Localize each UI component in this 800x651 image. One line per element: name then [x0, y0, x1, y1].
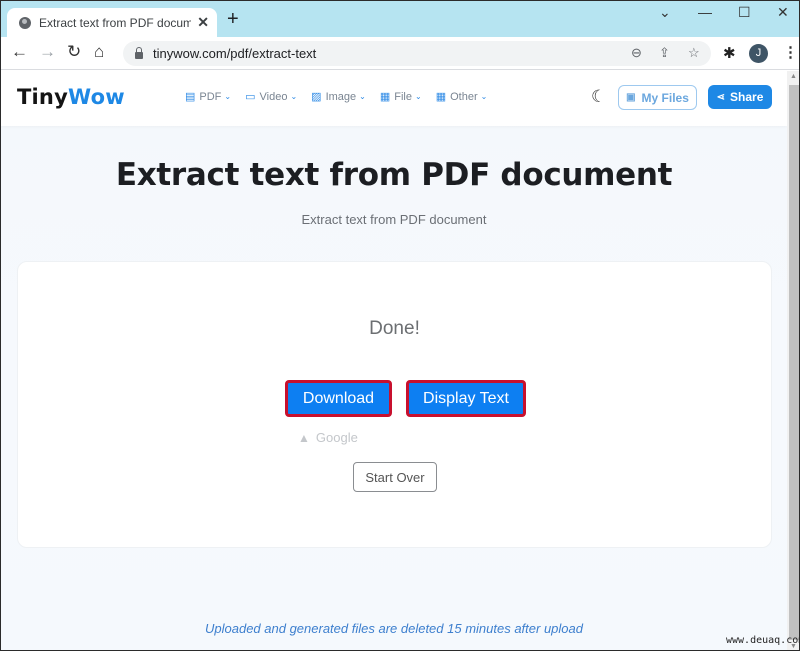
- video-icon: ▭: [245, 91, 256, 103]
- tab-title: Extract text from PDF document: [39, 15, 191, 30]
- nav-video[interactable]: ▭ Video ⌄: [245, 90, 298, 104]
- profile-avatar[interactable]: J: [749, 44, 768, 63]
- browser-toolbar: ← → ↻ ⌂ tinywow.com/pdf/extract-text ⊖ ⇪…: [1, 37, 799, 70]
- zoom-icon[interactable]: ⊖: [631, 45, 642, 61]
- deletion-notice: Uploaded and generated files are deleted…: [205, 621, 583, 636]
- nav-file[interactable]: ▦ File ⌄: [379, 90, 422, 104]
- bookmark-star-icon[interactable]: ☆: [688, 45, 700, 61]
- minimize-button[interactable]: —: [698, 4, 712, 20]
- tab-close-icon[interactable]: ✕: [197, 14, 209, 31]
- share-button[interactable]: ⋖ Share: [708, 85, 772, 109]
- url-text[interactable]: tinywow.com/pdf/extract-text: [153, 46, 316, 61]
- google-label: Google: [315, 430, 358, 445]
- nav-video-label: Video: [259, 90, 288, 103]
- chevron-down-icon: ⌄: [224, 92, 232, 101]
- logo-tiny: Tiny: [17, 85, 68, 109]
- chevron-down-icon: ⌄: [290, 92, 298, 101]
- back-button[interactable]: ←: [11, 42, 28, 62]
- result-card: Done! Download Display Text ▲ Google Sta…: [17, 261, 772, 548]
- tab-strip: Extract text from PDF document ✕ + ⌄ — ☐…: [1, 1, 799, 37]
- new-tab-button[interactable]: +: [227, 9, 239, 29]
- forward-button[interactable]: →: [39, 42, 56, 62]
- nav-pdf[interactable]: ▤ PDF ⌄: [185, 90, 232, 104]
- nav-image[interactable]: ▨ Image ⌄: [311, 90, 366, 104]
- logo-wow: Wow: [67, 85, 125, 109]
- google-drive-button[interactable]: ▲ Google: [298, 430, 358, 445]
- files-icon: ▣: [626, 92, 636, 103]
- chevron-down-icon: ⌄: [414, 92, 422, 101]
- extensions-icon[interactable]: ✱: [723, 44, 736, 62]
- main-nav: ▤ PDF ⌄ ▭ Video ⌄ ▨ Image ⌄ ▦ File ⌄ ▦ O…: [185, 90, 488, 104]
- browser-menu-icon[interactable]: ⋮: [783, 43, 798, 61]
- status-text: Done!: [369, 318, 420, 339]
- grid-icon: ▦: [379, 91, 391, 103]
- tab-search-icon[interactable]: ⌄: [659, 4, 671, 21]
- nav-pdf-label: PDF: [199, 90, 222, 103]
- chevron-down-icon: ⌄: [480, 92, 488, 101]
- image-icon: ▨: [311, 91, 322, 103]
- scrollbar-thumb[interactable]: [789, 85, 799, 640]
- google-drive-icon: ▲: [298, 430, 310, 445]
- lock-icon[interactable]: [135, 47, 143, 59]
- home-button[interactable]: ⌂: [94, 42, 104, 62]
- dark-mode-moon-icon[interactable]: ☾: [591, 87, 606, 107]
- browser-window: Extract text from PDF document ✕ + ⌄ — ☐…: [0, 0, 800, 651]
- page-subtitle: Extract text from PDF document: [301, 212, 487, 227]
- download-button[interactable]: Download: [285, 380, 392, 417]
- page-title: Extract text from PDF document: [115, 157, 673, 193]
- globe-icon: [19, 16, 31, 29]
- scroll-up-arrow-icon[interactable]: ▲: [790, 73, 797, 80]
- nav-image-label: Image: [325, 90, 357, 103]
- address-bar[interactable]: tinywow.com/pdf/extract-text ⊖ ⇪ ☆: [123, 41, 711, 66]
- chevron-down-icon: ⌄: [359, 92, 366, 101]
- share-label: Share: [730, 90, 764, 104]
- maximize-button[interactable]: ☐: [738, 4, 751, 21]
- nav-other[interactable]: ▦ Other ⌄: [435, 90, 488, 104]
- site-header: TinyWow ▤ PDF ⌄ ▭ Video ⌄ ▨ Image ⌄ ▦ Fi…: [1, 71, 787, 126]
- browser-tab-active[interactable]: Extract text from PDF document ✕: [7, 8, 217, 37]
- page-viewport: TinyWow ▤ PDF ⌄ ▭ Video ⌄ ▨ Image ⌄ ▦ Fi…: [1, 71, 787, 650]
- nav-file-label: File: [394, 90, 412, 103]
- my-files-button[interactable]: ▣ My Files: [618, 85, 697, 110]
- tinywow-logo[interactable]: TinyWow: [17, 85, 125, 109]
- my-files-label: My Files: [641, 90, 689, 105]
- grid-icon: ▦: [435, 91, 447, 103]
- reload-button[interactable]: ↻: [67, 42, 81, 62]
- display-text-button[interactable]: Display Text: [406, 380, 526, 417]
- page-scrollbar[interactable]: ▲ ▼: [787, 71, 799, 650]
- watermark: www.deuaq.com: [726, 635, 800, 646]
- share-page-icon[interactable]: ⇪: [659, 45, 670, 61]
- close-window-button[interactable]: ✕: [777, 4, 789, 21]
- nav-other-label: Other: [450, 90, 478, 103]
- document-icon: ▤: [185, 91, 196, 103]
- share-icon: ⋖: [716, 91, 726, 103]
- start-over-button[interactable]: Start Over: [353, 462, 437, 492]
